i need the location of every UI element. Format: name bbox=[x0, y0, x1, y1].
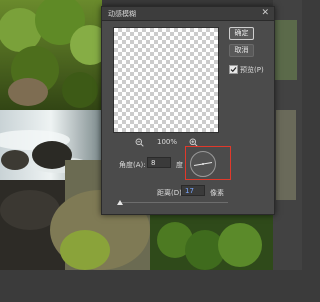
distance-slider-track[interactable] bbox=[120, 202, 228, 203]
dialog-titlebar[interactable]: 动感模糊 ✕ bbox=[102, 7, 274, 21]
distance-slider-thumb[interactable] bbox=[117, 200, 123, 205]
preview-label: 预览(P) bbox=[240, 66, 264, 74]
dialog-title: 动感模糊 bbox=[108, 10, 136, 18]
distance-input[interactable]: 17 bbox=[181, 185, 205, 196]
angle-unit: 度 bbox=[176, 161, 183, 169]
zoom-out-icon[interactable] bbox=[135, 138, 144, 147]
zoom-level: 100% bbox=[157, 138, 178, 146]
preview-canvas[interactable] bbox=[113, 27, 219, 133]
ok-button[interactable]: 确定 bbox=[229, 27, 254, 40]
angle-label: 角度(A): bbox=[119, 161, 146, 169]
preview-checkbox[interactable] bbox=[229, 65, 238, 74]
highlight-annotation bbox=[185, 146, 231, 180]
angle-input[interactable]: 8 bbox=[147, 157, 171, 168]
cancel-button[interactable]: 取消 bbox=[229, 44, 254, 57]
close-icon[interactable]: ✕ bbox=[261, 8, 269, 18]
distance-unit: 像素 bbox=[210, 189, 224, 197]
checkmark-icon bbox=[230, 67, 237, 73]
motion-blur-dialog: 动感模糊 ✕ 确定 取消 预览(P) 100% 角度(A): 8 度 距离(D)… bbox=[101, 6, 275, 215]
